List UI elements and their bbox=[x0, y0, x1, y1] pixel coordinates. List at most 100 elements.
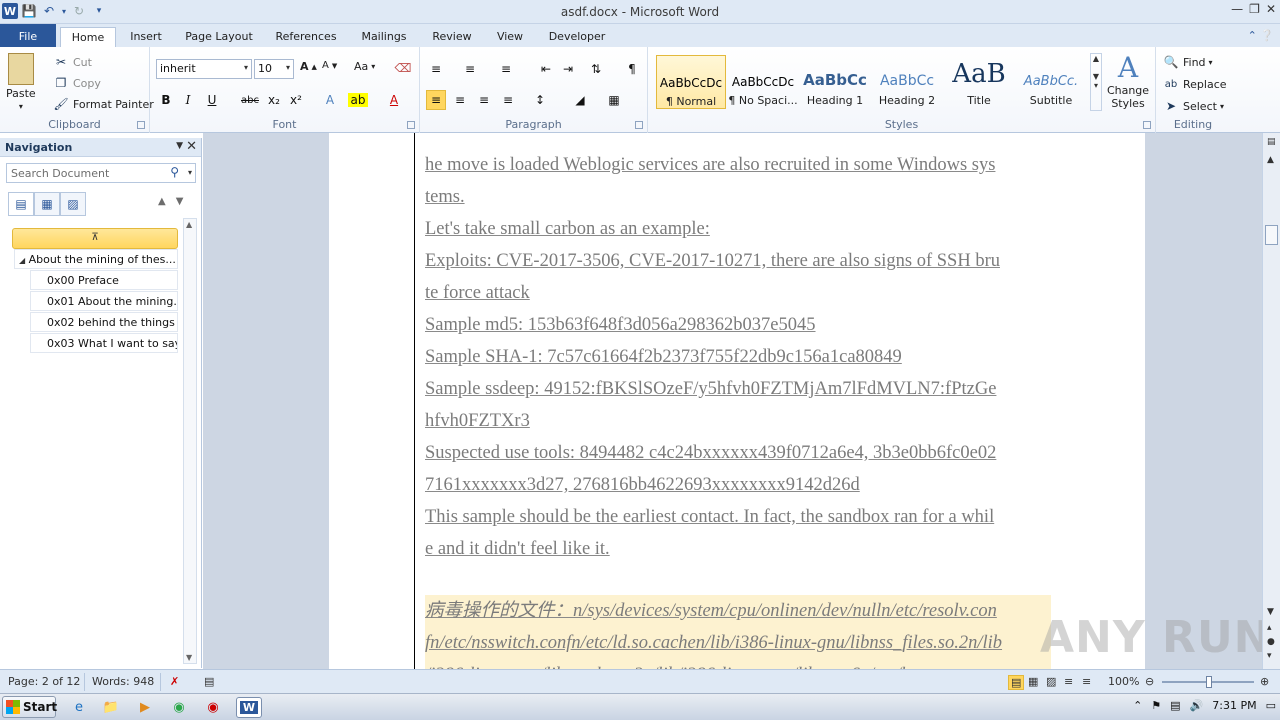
browse-headings-icon[interactable]: ▤ bbox=[8, 192, 34, 216]
proofing-icon[interactable]: ✗ bbox=[170, 675, 179, 688]
word-count[interactable]: Words: 948 bbox=[92, 675, 154, 688]
pane-options-icon[interactable]: ▼ bbox=[176, 141, 183, 151]
tab-view[interactable]: View bbox=[492, 27, 528, 47]
shading-icon[interactable]: ◢ bbox=[570, 90, 590, 110]
show-hidden-icons[interactable]: ⌃ bbox=[1133, 699, 1142, 712]
previous-heading-icon[interactable]: ▲ bbox=[158, 196, 166, 207]
start-button[interactable]: Start bbox=[2, 696, 57, 718]
underline-icon[interactable]: U bbox=[202, 90, 222, 110]
align-center-icon[interactable]: ≡ bbox=[450, 90, 470, 110]
zoom-slider-knob[interactable] bbox=[1206, 676, 1212, 688]
opera-icon[interactable]: ◉ bbox=[202, 697, 224, 718]
dialog-launcher-icon[interactable] bbox=[137, 121, 145, 129]
next-heading-icon[interactable]: ▼ bbox=[176, 196, 184, 207]
sort-icon[interactable]: ⇅ bbox=[586, 59, 606, 79]
zoom-in-icon[interactable]: ⊕ bbox=[1260, 675, 1269, 688]
tab-home[interactable]: Home bbox=[60, 27, 116, 47]
find-button[interactable]: 🔍 Find ▾ bbox=[1162, 53, 1213, 71]
style-normal[interactable]: AaBbCcDc ¶ Normal bbox=[656, 55, 726, 109]
select-button[interactable]: ➤ Select ▾ bbox=[1162, 97, 1224, 115]
search-document-input[interactable]: Search Document ⚲ ▾ bbox=[6, 163, 196, 183]
superscript-icon[interactable]: x² bbox=[286, 90, 306, 110]
style-title[interactable]: AaB Title bbox=[944, 55, 1014, 109]
dialog-launcher-icon[interactable] bbox=[635, 121, 643, 129]
highlight-icon[interactable]: ab bbox=[348, 93, 368, 107]
folder-icon[interactable]: 📁 bbox=[100, 697, 122, 718]
bold-icon[interactable]: B bbox=[156, 90, 176, 110]
word-taskbar-icon[interactable]: W bbox=[236, 697, 262, 718]
zoom-level[interactable]: 100% bbox=[1108, 675, 1139, 688]
close-icon[interactable]: ✕ bbox=[186, 139, 197, 154]
style-heading-1[interactable]: AaBbCc Heading 1 bbox=[800, 55, 870, 109]
restore-icon[interactable]: ❐ bbox=[1249, 2, 1260, 16]
tab-references[interactable]: References bbox=[270, 27, 342, 47]
style-heading-2[interactable]: AaBbCc Heading 2 bbox=[872, 55, 942, 109]
multilevel-list-icon[interactable]: ≡ bbox=[496, 59, 516, 79]
navigation-scrollbar[interactable]: ▲ ▼ bbox=[183, 218, 197, 664]
macro-record-icon[interactable]: ▤ bbox=[204, 675, 214, 688]
outline-icon[interactable]: ≡ bbox=[1064, 675, 1073, 688]
close-icon[interactable]: ✕ bbox=[1266, 2, 1276, 16]
bullets-icon[interactable]: ≡ bbox=[426, 59, 446, 79]
line-spacing-icon[interactable]: ↕ bbox=[530, 90, 550, 110]
format-painter-button[interactable]: 🖌 Format Painter bbox=[52, 95, 153, 113]
italic-icon[interactable]: I bbox=[178, 90, 198, 110]
show-formatting-icon[interactable]: ¶ bbox=[622, 59, 642, 79]
full-screen-reading-icon[interactable]: ▦ bbox=[1028, 675, 1038, 688]
flag-icon[interactable]: ⚑ bbox=[1151, 699, 1161, 712]
numbering-icon[interactable]: ≡ bbox=[460, 59, 480, 79]
page-count[interactable]: Page: 2 of 12 bbox=[8, 675, 80, 688]
chrome-icon[interactable]: ◉ bbox=[168, 697, 190, 718]
grow-font-button[interactable]: A ▲ bbox=[300, 60, 317, 73]
ruler-toggle-icon[interactable]: ▤ bbox=[1267, 137, 1276, 147]
scroll-up-icon[interactable]: ▲ bbox=[1267, 155, 1274, 165]
align-left-icon[interactable]: ≡ bbox=[426, 90, 446, 110]
borders-icon[interactable]: ▦ bbox=[604, 90, 624, 110]
internet-explorer-icon[interactable]: e bbox=[68, 697, 90, 718]
tab-page-layout[interactable]: Page Layout bbox=[180, 27, 258, 47]
cut-button[interactable]: ✂ Cut bbox=[52, 53, 92, 71]
network-icon[interactable]: ▤ bbox=[1170, 699, 1180, 712]
minimize-icon[interactable]: — bbox=[1231, 2, 1243, 16]
draft-icon[interactable]: ≡ bbox=[1082, 675, 1091, 688]
font-color-icon[interactable]: A bbox=[384, 90, 404, 110]
text-effects-icon[interactable]: A bbox=[320, 90, 340, 110]
search-icon[interactable]: ⚲ bbox=[170, 165, 179, 179]
align-right-icon[interactable]: ≡ bbox=[474, 90, 494, 110]
paste-button[interactable]: Paste ▾ bbox=[6, 53, 36, 111]
scroll-up-icon[interactable]: ▲ bbox=[186, 220, 192, 229]
nav-heading-item[interactable]: 0x00 Preface bbox=[30, 270, 178, 290]
tab-review[interactable]: Review bbox=[426, 27, 478, 47]
decrease-indent-icon[interactable]: ⇤ bbox=[536, 59, 556, 79]
style-no-spacing[interactable]: AaBbCcDc ¶ No Spaci... bbox=[728, 55, 798, 109]
tab-developer[interactable]: Developer bbox=[544, 27, 610, 47]
browse-results-icon[interactable]: ▨ bbox=[60, 192, 86, 216]
copy-button[interactable]: ❐ Copy bbox=[52, 74, 101, 92]
nav-heading-item[interactable]: ◢ About the mining of thes... bbox=[14, 249, 178, 269]
strikethrough-icon[interactable]: abc bbox=[240, 90, 260, 110]
scroll-down-icon[interactable]: ▼ bbox=[186, 653, 192, 662]
increase-indent-icon[interactable]: ⇥ bbox=[558, 59, 578, 79]
nav-heading-item[interactable]: 0x01 About the mining... bbox=[30, 291, 178, 311]
styles-gallery-scroll[interactable]: ▲ ▼ ▾ bbox=[1090, 53, 1102, 111]
web-layout-icon[interactable]: ▨ bbox=[1046, 675, 1056, 688]
tab-mailings[interactable]: Mailings bbox=[354, 27, 414, 47]
replace-button[interactable]: ab Replace bbox=[1162, 75, 1227, 93]
volume-icon[interactable]: 🔊 bbox=[1190, 699, 1204, 712]
clear-formatting-button[interactable]: ⌫ bbox=[394, 59, 412, 77]
media-player-icon[interactable]: ▶ bbox=[134, 697, 156, 718]
help-icon[interactable]: ⌃ ❔ bbox=[1248, 29, 1274, 42]
collapse-all-headings[interactable]: ⊼ bbox=[12, 228, 178, 249]
browse-object-icon[interactable]: ● bbox=[1267, 637, 1275, 647]
browse-pages-icon[interactable]: ▦ bbox=[34, 192, 60, 216]
tab-file[interactable]: File bbox=[0, 24, 56, 47]
vertical-scrollbar[interactable]: ▤ ▲ ▼ ▴ ● ▾ bbox=[1262, 133, 1280, 669]
document-text[interactable]: he move is loaded Weblogic services are … bbox=[425, 149, 1051, 669]
tab-insert[interactable]: Insert bbox=[124, 27, 168, 47]
nav-heading-item[interactable]: 0x03 What I want to say bbox=[30, 333, 178, 353]
zoom-slider[interactable] bbox=[1162, 676, 1254, 688]
dialog-launcher-icon[interactable] bbox=[407, 121, 415, 129]
style-subtitle[interactable]: AaBbCc. Subtitle bbox=[1016, 55, 1086, 109]
scroll-down-icon[interactable]: ▼ bbox=[1267, 607, 1274, 617]
scroll-thumb[interactable] bbox=[1265, 225, 1278, 245]
